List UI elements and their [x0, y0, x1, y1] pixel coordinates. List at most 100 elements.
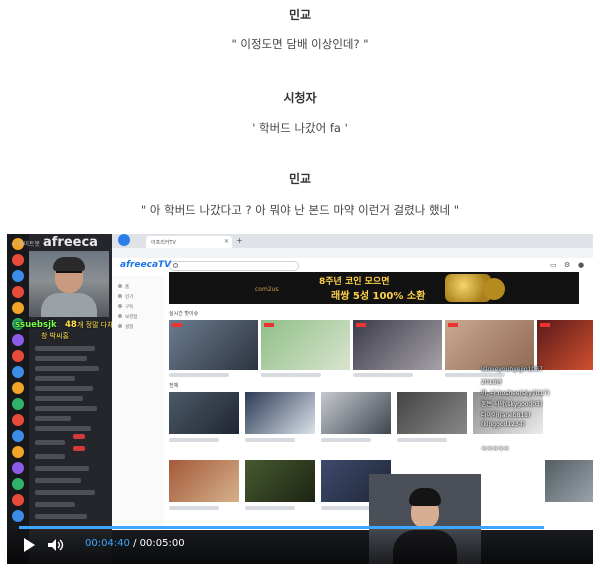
play-icon[interactable]: [24, 538, 35, 552]
video-thumbnail[interactable]: [169, 392, 239, 434]
nav-item[interactable]: 설정: [118, 324, 133, 330]
avatar-icon[interactable]: ●: [578, 261, 584, 269]
panel-row: [35, 366, 99, 371]
panel-badge: [73, 446, 85, 451]
browser-tabbar: 아프리카TV ✕ +: [112, 234, 593, 248]
progress-bar[interactable]: [19, 526, 581, 529]
app-icon: [12, 382, 24, 394]
panel-row: [35, 386, 93, 391]
app-icon: [12, 462, 24, 474]
nav-label: 홈: [125, 285, 130, 290]
panel-row: [35, 514, 87, 519]
app-icon: [12, 286, 24, 298]
chat-line: 혼돈 사약(skygood03): [481, 401, 543, 408]
app-sidebar-rail: [7, 234, 29, 564]
thumb-meta: [321, 438, 371, 442]
browser-tab[interactable]: 아프리카TV ✕: [146, 236, 232, 248]
panel-row: [35, 416, 71, 421]
app-icon: [12, 334, 24, 346]
live-thumbnail[interactable]: [261, 320, 350, 370]
video-thumbnail[interactable]: [545, 460, 593, 502]
logo-text: afreeca: [43, 235, 98, 250]
panel-row: [35, 356, 87, 361]
speaker-label: 민교: [288, 172, 312, 186]
section-title: 실시간 핫이슈: [169, 311, 199, 317]
search-input[interactable]: [169, 261, 299, 271]
panel-row: [35, 454, 65, 459]
live-badge: [540, 323, 550, 327]
panel-row: [35, 466, 89, 471]
video-thumbnail[interactable]: [245, 392, 315, 434]
banner-brand: com2us: [255, 286, 279, 293]
nav-label: 구독: [125, 305, 134, 310]
webcam-body: [41, 293, 97, 317]
nav-label: 보관함: [125, 315, 138, 320]
site-logo[interactable]: afreecaTV: [120, 260, 171, 270]
app-icon: [12, 414, 24, 426]
nav-label: 설정: [125, 325, 134, 330]
thumb-meta: [261, 373, 321, 377]
nav-item[interactable]: 홈: [118, 284, 129, 290]
logo-prefix: < 메이트봇: [11, 241, 41, 248]
live-badge: [264, 323, 274, 327]
video-player[interactable]: < 메이트봇 afreeca ssuebsjk 48 개 정말 다채팅 창 박씨…: [7, 234, 593, 564]
article: 민교 " 이정도면 담배 이상인데? " 시청자 ' 학버드 나갔어 fa ' …: [0, 0, 600, 232]
close-icon[interactable]: ✕: [224, 238, 229, 245]
thumb-meta: [321, 506, 371, 510]
browser-logo-icon: [118, 234, 130, 246]
nav-item[interactable]: 보관함: [118, 314, 137, 320]
panel-row: [35, 502, 75, 507]
video-thumbnail[interactable]: [397, 392, 467, 434]
webcam-glasses: [56, 271, 82, 277]
live-thumbnail[interactable]: [169, 320, 258, 370]
gear-icon[interactable]: ⚙: [564, 261, 570, 269]
video-thumbnail[interactable]: [245, 460, 315, 502]
time-separator: /: [129, 538, 140, 549]
chat-text: hoshee(sky7017): [497, 390, 550, 397]
chat-user: 야, 나: [481, 390, 496, 397]
panel-row: [35, 396, 83, 401]
duration: 00:05:00: [139, 538, 185, 549]
chat-line: ㅋㅋㅋㅋㅋ: [481, 446, 509, 453]
panel-row: [35, 478, 81, 483]
camera-icon[interactable]: ▭: [550, 261, 557, 269]
panel-row: [35, 346, 95, 351]
volume-icon[interactable]: [47, 538, 65, 552]
nav-icon: [118, 324, 122, 328]
chat-line: 야, 나 hoshee(sky7017): [481, 388, 549, 397]
quote-line: ' 학버드 나갔어 fa ': [252, 121, 348, 135]
app-icon: [12, 494, 24, 506]
live-thumbnail[interactable]: [445, 320, 534, 370]
chat-line: isloveyouhyejin1037: [481, 366, 543, 373]
video-thumbnail[interactable]: [169, 460, 239, 502]
nav-label: 인기: [125, 295, 134, 300]
thumb-meta: [245, 506, 295, 510]
nav-item[interactable]: 구독: [118, 304, 133, 310]
tab-title: 아프리카TV: [151, 240, 176, 246]
site-sidebar: 홈 인기 구독 보관함 설정: [112, 276, 164, 530]
address-bar[interactable]: [112, 248, 593, 258]
nav-icon: [118, 304, 122, 308]
live-thumbnail[interactable]: [537, 320, 593, 370]
app-icon: [12, 430, 24, 442]
chat-overlay: isloveyouhyejin1037 2018년 야, 나 hoshee(sk…: [481, 366, 593, 466]
thumb-meta: [169, 373, 229, 377]
live-thumbnail[interactable]: [353, 320, 442, 370]
nav-item[interactable]: 인기: [118, 294, 133, 300]
streamer-webcam: [29, 251, 109, 317]
thumb-meta: [245, 438, 295, 442]
player-controls: 00:04:40 / 00:05:00: [7, 530, 593, 564]
new-tab-icon[interactable]: +: [236, 236, 243, 245]
overlay-username: ssuebsjk: [15, 320, 57, 330]
promo-banner[interactable]: com2us 8주년 코인 모으면 래쌍 5성 100% 소환: [169, 272, 579, 304]
speaker-label: 시청자: [283, 91, 317, 105]
app-icon: [12, 366, 24, 378]
webcam-hair: [53, 257, 85, 271]
app-icon: [12, 350, 24, 362]
video-thumbnail[interactable]: [321, 392, 391, 434]
banner-line: 8주년 코인 모으면: [319, 277, 390, 287]
section-title: 전체: [169, 383, 179, 389]
progress-fill: [19, 526, 544, 529]
facecam-hair: [409, 488, 441, 506]
app-icon: [12, 254, 24, 266]
